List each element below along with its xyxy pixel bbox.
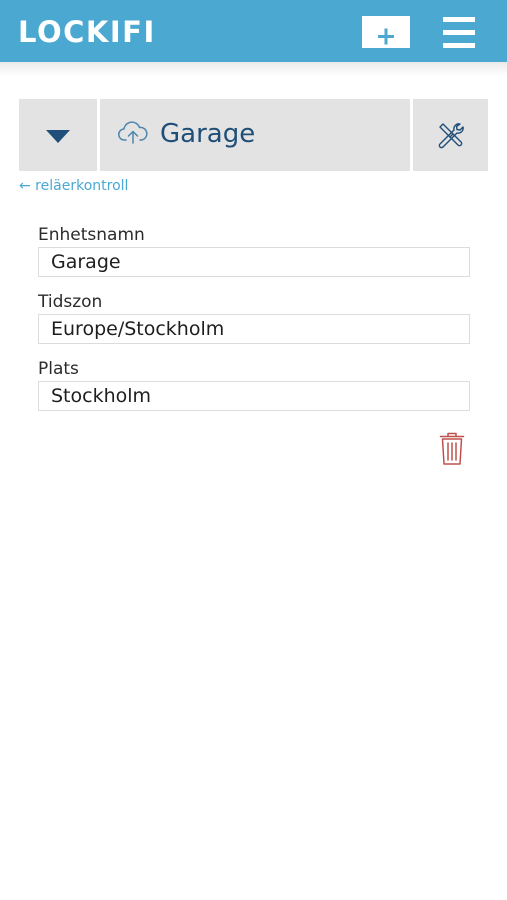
unit-name-input[interactable]: Garage — [38, 247, 470, 277]
back-link[interactable]: ← reläerkontroll — [19, 176, 128, 196]
menu-button[interactable] — [441, 15, 477, 49]
hamburger-menu-icon — [443, 17, 475, 22]
top-bar: LOCKIFI — [0, 0, 507, 62]
device-header: Garage — [100, 99, 410, 171]
caret-down-icon — [46, 130, 70, 143]
location-label: Plats — [38, 359, 79, 379]
timezone-input[interactable]: Europe/Stockholm — [38, 314, 470, 344]
unit-name-label: Enhetsnamn — [38, 225, 145, 245]
device-name: Garage — [160, 119, 256, 149]
timezone-label: Tidszon — [38, 292, 103, 312]
cloud-upload-icon — [118, 121, 148, 144]
add-button[interactable] — [362, 16, 410, 48]
trash-icon[interactable] — [439, 432, 465, 466]
plus-icon — [378, 28, 394, 45]
tools-icon — [438, 123, 464, 149]
device-settings-button[interactable] — [413, 99, 488, 171]
location-input[interactable]: Stockholm — [38, 381, 470, 411]
app-logo: LOCKIFI — [18, 15, 156, 49]
device-dropdown-toggle[interactable] — [19, 99, 97, 171]
header-shadow — [0, 62, 507, 76]
